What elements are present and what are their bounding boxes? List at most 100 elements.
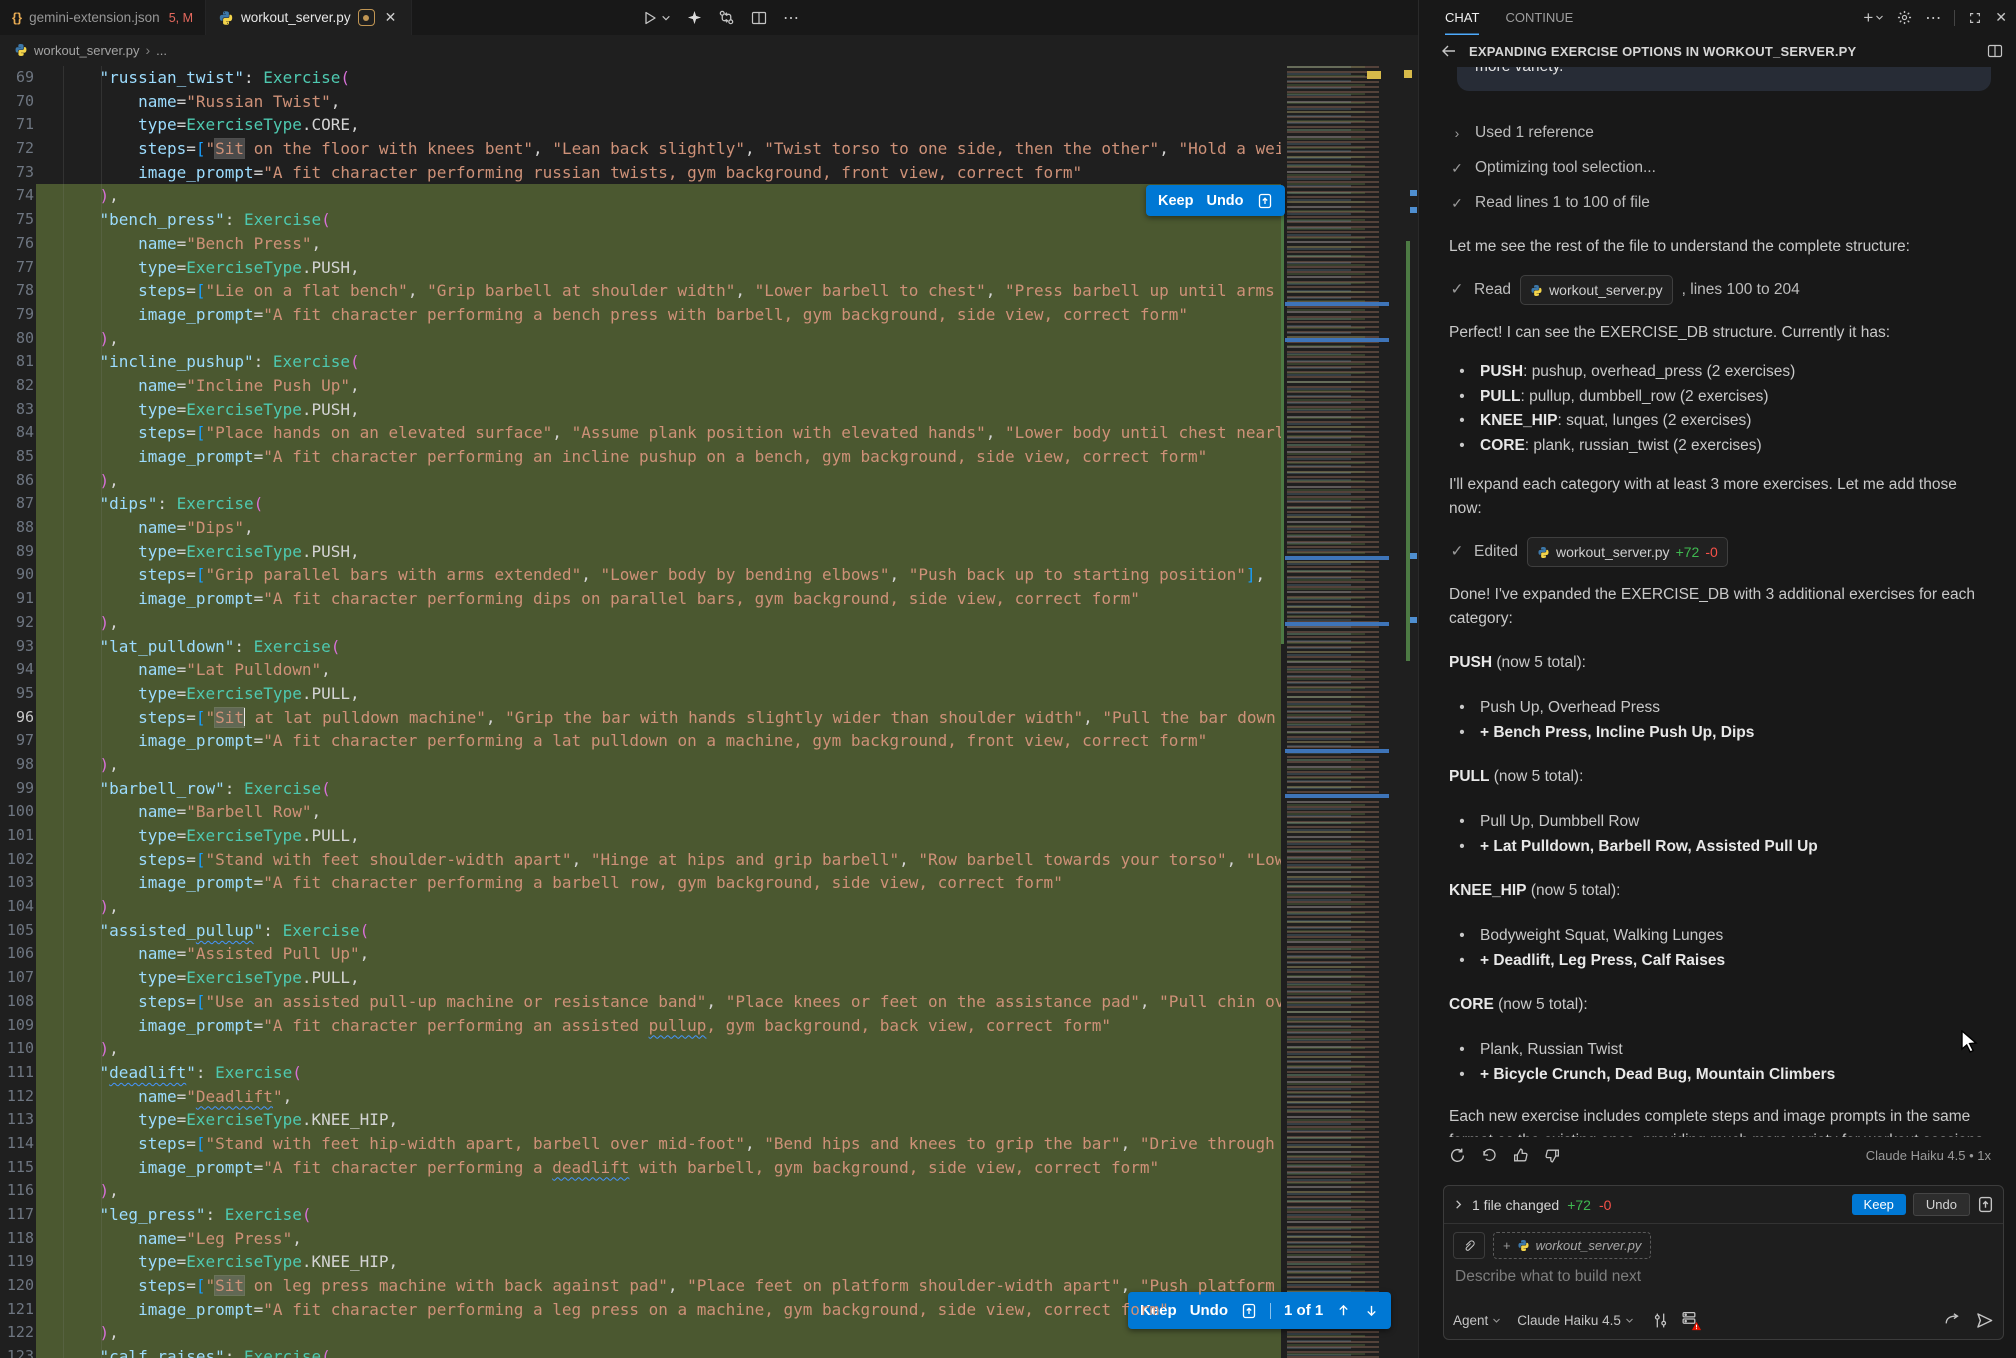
code-line[interactable]: 88 name="Dips", (0, 516, 1281, 540)
chat-conversation[interactable]: more variety. ›Used 1 reference✓Optimizi… (1419, 67, 2016, 1137)
tab-gemini-extension-json[interactable]: {} gemini-extension.json 5, M (0, 0, 206, 35)
code-line[interactable]: 83 type=ExerciseType.PUSH, (0, 398, 1281, 422)
overview-ruler[interactable] (1402, 66, 1418, 1358)
code-line[interactable]: 102 steps=["Stand with feet shoulder-wid… (0, 848, 1281, 872)
code-line[interactable]: 115 image_prompt="A fit character perfor… (0, 1156, 1281, 1180)
mcp-servers-warning-icon[interactable] (1681, 1310, 1698, 1330)
git-compare-icon[interactable] (718, 9, 735, 26)
sparkle-icon[interactable] (687, 10, 702, 25)
maximize-panel-icon[interactable] (1968, 11, 1982, 25)
code-line[interactable]: 121 image_prompt="A fit character perfor… (0, 1298, 1281, 1322)
code-line[interactable]: 73 image_prompt="A fit character perform… (0, 161, 1281, 185)
close-panel-icon[interactable]: ✕ (1995, 9, 2007, 26)
voice-dictation-icon[interactable] (1944, 1311, 1962, 1329)
code-line[interactable]: 77 type=ExerciseType.PUSH, (0, 256, 1281, 280)
breadcrumb-more[interactable]: ... (156, 43, 167, 58)
back-arrow-icon[interactable] (1441, 43, 1457, 59)
tool-step[interactable]: ✓Read lines 1 to 100 of file (1449, 185, 1991, 220)
run-python-file-button[interactable] (642, 10, 671, 26)
next-change-icon[interactable] (1364, 1303, 1379, 1318)
tab-continue[interactable]: CONTINUE (1505, 0, 1573, 35)
code-line[interactable]: 114 steps=["Stand with feet hip-width ap… (0, 1132, 1281, 1156)
code-line[interactable]: 105 "assisted_pullup": Exercise( (0, 919, 1281, 943)
model-picker[interactable]: Claude Haiku 4.5 (1517, 1313, 1634, 1328)
settings-gear-icon[interactable] (1897, 10, 1912, 25)
code-line[interactable]: 69 "russian_twist": Exercise( (0, 66, 1281, 90)
modified-indicator-icon[interactable] (358, 9, 375, 26)
code-line[interactable]: 84 steps=["Place hands on an elevated su… (0, 421, 1281, 445)
code-line[interactable]: 72 steps=["Sit on the floor with knees b… (0, 137, 1281, 161)
changed-files-label[interactable]: 1 file changed (1472, 1197, 1559, 1213)
code-line[interactable]: 107 type=ExerciseType.PULL, (0, 966, 1281, 990)
code-line[interactable]: 123 "calf_raises": Exercise( (0, 1345, 1281, 1358)
code-line[interactable]: 98 ), (0, 753, 1281, 777)
code-line[interactable]: 99 "barbell_row": Exercise( (0, 777, 1281, 801)
code-line[interactable]: 100 name="Barbell Row", (0, 800, 1281, 824)
close-tab-icon[interactable]: ✕ (382, 8, 400, 27)
code-line[interactable]: 89 type=ExerciseType.PUSH, (0, 540, 1281, 564)
code-line[interactable]: 103 image_prompt="A fit character perfor… (0, 871, 1281, 895)
view-edits-icon[interactable] (1241, 1303, 1257, 1319)
code-line[interactable]: 120 steps=["Sit on leg press machine wit… (0, 1274, 1281, 1298)
thumbs-down-icon[interactable] (1544, 1147, 1561, 1164)
code-line[interactable]: 119 type=ExerciseType.KNEE_HIP, (0, 1250, 1281, 1274)
more-actions-icon[interactable]: ⋯ (783, 8, 800, 28)
code-line[interactable]: 96 steps=["Sit at lat pulldown machine",… (0, 706, 1281, 730)
keep-all-button[interactable]: Keep (1852, 1194, 1906, 1215)
code-line[interactable]: 74 ), (0, 184, 1281, 208)
code-line[interactable]: 104 ), (0, 895, 1281, 919)
attached-file-pill[interactable]: + workout_server.py (1493, 1232, 1651, 1259)
view-all-edits-icon[interactable] (1977, 1196, 1994, 1213)
code-line[interactable]: 76 name="Bench Press", (0, 232, 1281, 256)
code-line[interactable]: 87 "dips": Exercise( (0, 492, 1281, 516)
code-line[interactable]: 82 name="Incline Push Up", (0, 374, 1281, 398)
code-editor[interactable]: 69 "russian_twist": Exercise(70 name="Ru… (0, 66, 1281, 1358)
previous-change-icon[interactable] (1336, 1303, 1351, 1318)
code-line[interactable]: 94 name="Lat Pulldown", (0, 658, 1281, 682)
code-line[interactable]: 79 image_prompt="A fit character perform… (0, 303, 1281, 327)
code-line[interactable]: 85 image_prompt="A fit character perform… (0, 445, 1281, 469)
open-chat-in-editor-icon[interactable] (1987, 43, 2003, 59)
undo-all-button[interactable]: Undo (1913, 1193, 1970, 1216)
breadcrumb[interactable]: workout_server.py › ... (0, 35, 1432, 65)
code-line[interactable]: 80 ), (0, 327, 1281, 351)
view-edits-icon[interactable] (1257, 193, 1273, 209)
chat-prompt-input[interactable] (1453, 1267, 1971, 1287)
code-line[interactable]: 78 steps=["Lie on a flat bench", "Grip b… (0, 279, 1281, 303)
code-line[interactable]: 86 ), (0, 469, 1281, 493)
code-line[interactable]: 95 type=ExerciseType.PULL, (0, 682, 1281, 706)
code-line[interactable]: 110 ), (0, 1037, 1281, 1061)
minimap[interactable] (1281, 66, 1402, 1358)
keep-button[interactable]: Keep (1158, 193, 1193, 209)
split-editor-icon[interactable] (751, 10, 767, 26)
code-line[interactable]: 117 "leg_press": Exercise( (0, 1203, 1281, 1227)
code-line[interactable]: 97 image_prompt="A fit character perform… (0, 729, 1281, 753)
code-line[interactable]: 70 name="Russian Twist", (0, 90, 1281, 114)
code-line[interactable]: 71 type=ExerciseType.CORE, (0, 113, 1281, 137)
more-actions-icon[interactable]: ⋯ (1925, 8, 1941, 28)
code-line[interactable]: 93 "lat_pulldown": Exercise( (0, 635, 1281, 659)
tool-step[interactable]: ✓Optimizing tool selection... (1449, 150, 1991, 185)
retry-icon[interactable] (1449, 1147, 1466, 1164)
undo-button[interactable]: Undo (1206, 193, 1243, 209)
breadcrumb-file[interactable]: workout_server.py (34, 43, 140, 58)
code-line[interactable]: 108 steps=["Use an assisted pull-up mach… (0, 990, 1281, 1014)
undo-icon[interactable] (1481, 1147, 1497, 1163)
code-line[interactable]: 118 name="Leg Press", (0, 1227, 1281, 1251)
configure-tools-icon[interactable] (1652, 1312, 1669, 1329)
code-line[interactable]: 101 type=ExerciseType.PULL, (0, 824, 1281, 848)
chevron-right-icon[interactable] (1453, 1199, 1464, 1210)
thumbs-up-icon[interactable] (1512, 1147, 1529, 1164)
attach-context-button[interactable] (1453, 1232, 1485, 1259)
code-line[interactable]: 116 ), (0, 1179, 1281, 1203)
agent-mode-picker[interactable]: Agent (1453, 1313, 1501, 1328)
send-icon[interactable] (1975, 1311, 1994, 1330)
code-line[interactable]: 92 ), (0, 611, 1281, 635)
undo-button[interactable]: Undo (1190, 1302, 1228, 1319)
code-line[interactable]: 106 name="Assisted Pull Up", (0, 942, 1281, 966)
file-pill[interactable]: workout_server.py +72 -0 (1527, 537, 1728, 567)
file-pill[interactable]: workout_server.py (1520, 275, 1673, 305)
tab-chat[interactable]: CHAT (1445, 0, 1479, 35)
code-line[interactable]: 75 "bench_press": Exercise( (0, 208, 1281, 232)
tab-workout-server-py[interactable]: workout_server.py ✕ (206, 0, 412, 35)
